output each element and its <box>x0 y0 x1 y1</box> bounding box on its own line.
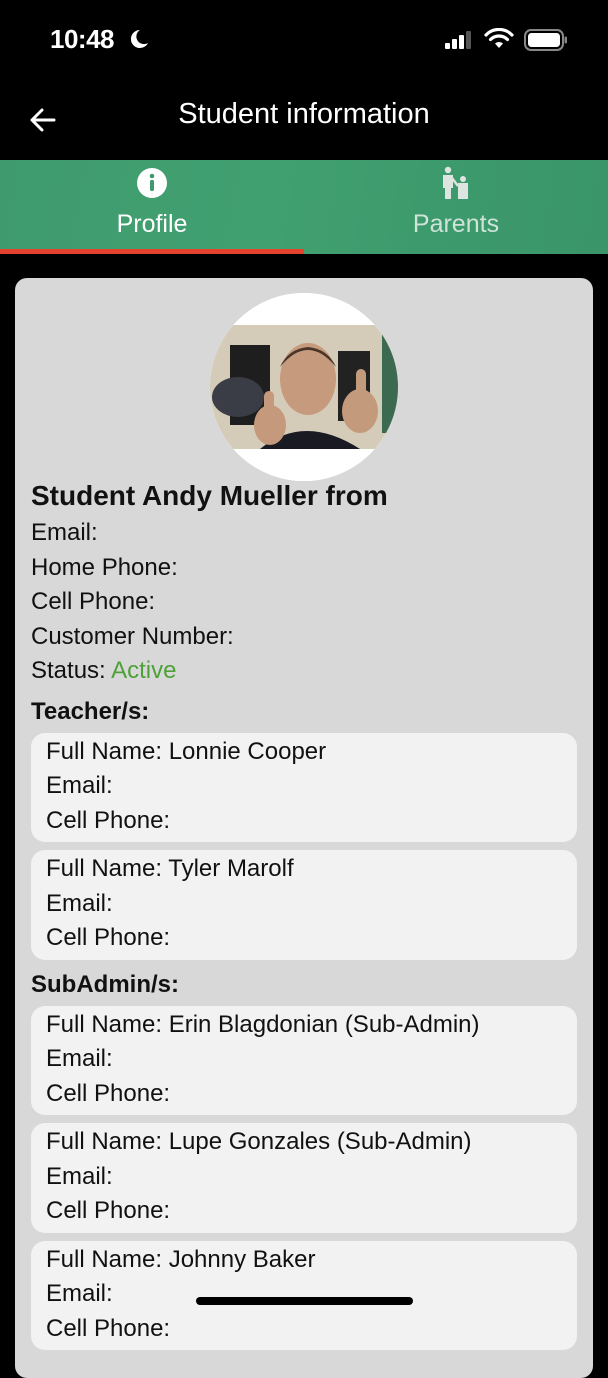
student-photo <box>210 293 398 481</box>
subadmin-email: Email: <box>46 1280 113 1307</box>
profile-card: Student Andy Mueller from Email: Home Ph… <box>15 278 593 1378</box>
teacher-card: Full Name: Lonnie Cooper Email: Cell Pho… <box>31 732 577 842</box>
subadmins-heading: SubAdmin/s: <box>31 970 179 998</box>
status-bar: 10:48 <box>0 0 608 80</box>
subadmin-full-name: Full Name: Lupe Gonzales (Sub-Admin) <box>46 1128 472 1155</box>
subadmin-card: Full Name: Lupe Gonzales (Sub-Admin) Ema… <box>31 1123 577 1233</box>
student-details: Student Andy Mueller from Email: Home Ph… <box>31 476 577 1358</box>
subadmin-full-name: Full Name: Johnny Baker <box>46 1245 316 1273</box>
teacher-email: Email: <box>46 889 113 917</box>
active-tab-indicator <box>0 249 304 254</box>
subadmin-cell-phone: Cell Phone: <box>46 1197 171 1224</box>
teacher-email: Email: <box>46 772 113 799</box>
student-status: Status: Active <box>31 654 577 689</box>
teachers-heading: Teacher/s: <box>31 697 150 725</box>
info-icon <box>137 168 167 198</box>
student-name: Student Andy Mueller from <box>31 480 388 511</box>
status-label: Status: <box>31 657 106 684</box>
subadmin-card: Full Name: Johnny Baker Email: Cell Phon… <box>31 1240 577 1350</box>
student-home-phone: Home Phone: <box>31 553 178 581</box>
subadmin-card: Full Name: Erin Blagdonian (Sub-Admin) E… <box>31 1005 577 1115</box>
teacher-cell-phone: Cell Phone: <box>46 806 171 834</box>
tab-profile[interactable]: Profile <box>0 160 304 254</box>
battery-icon <box>524 29 567 51</box>
wifi-icon <box>484 28 514 48</box>
app-header: Student information <box>0 80 608 160</box>
teacher-card: Full Name: Tyler Marolf Email: Cell Phon… <box>31 850 577 960</box>
page-title: Student information <box>178 98 430 130</box>
subadmin-cell-phone: Cell Phone: <box>46 1079 171 1107</box>
teachers-list: Full Name: Lonnie Cooper Email: Cell Pho… <box>31 732 577 960</box>
teacher-full-name: Full Name: Tyler Marolf <box>46 855 294 882</box>
student-email: Email: <box>31 519 98 546</box>
tab-parents-label: Parents <box>412 210 500 238</box>
signal-icon <box>445 31 471 49</box>
subadmin-email: Email: <box>46 1045 113 1072</box>
subadmin-email: Email: <box>46 1162 113 1190</box>
subadmin-full-name: Full Name: Erin Blagdonian (Sub-Admin) <box>46 1010 480 1038</box>
avatar[interactable] <box>210 293 398 481</box>
student-cell-phone: Cell Phone: <box>31 588 156 615</box>
tab-parents[interactable]: Parents <box>304 160 608 254</box>
teacher-full-name: Full Name: Lonnie Cooper <box>46 737 327 765</box>
status-time: 10:48 <box>50 24 115 54</box>
moon-icon <box>130 29 148 48</box>
parent-child-icon <box>443 166 468 199</box>
status-value: Active <box>111 657 177 684</box>
tab-profile-label: Profile <box>116 210 188 238</box>
teacher-cell-phone: Cell Phone: <box>46 924 171 951</box>
tab-bar: Profile Parents <box>0 160 608 254</box>
student-customer-number: Customer Number: <box>31 622 234 650</box>
home-indicator[interactable] <box>196 1297 413 1305</box>
